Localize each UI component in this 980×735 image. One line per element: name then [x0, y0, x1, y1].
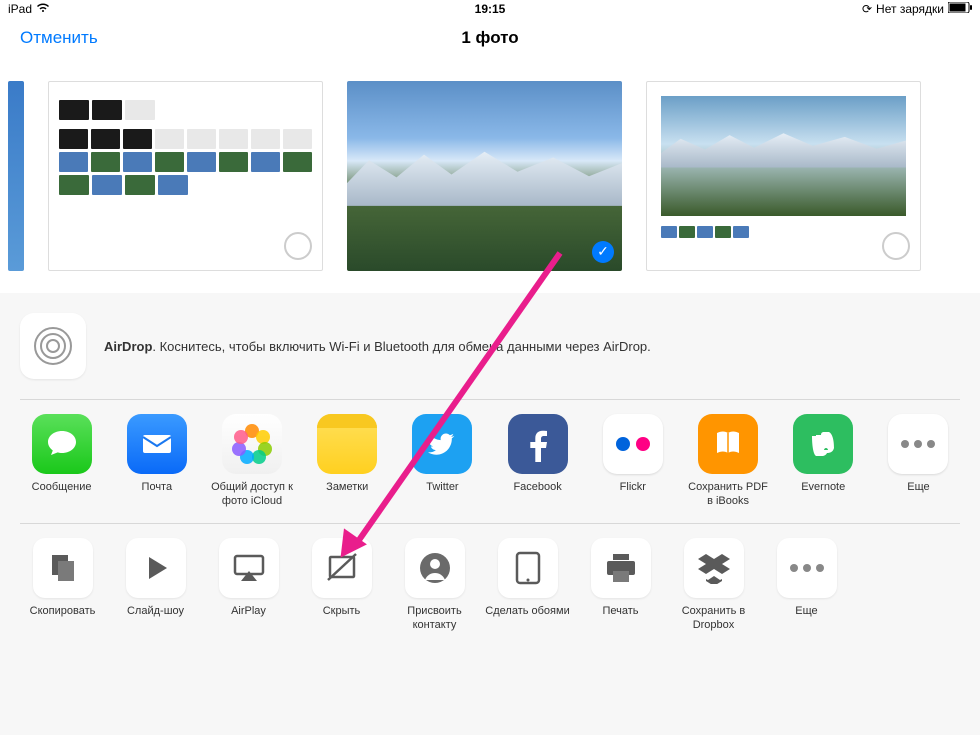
nav-bar: Отменить 1 фото	[0, 18, 980, 58]
battery-icon	[948, 2, 972, 16]
select-circle[interactable]	[284, 232, 312, 260]
photos-icon	[222, 414, 282, 474]
wallpaper-icon	[498, 538, 558, 598]
status-bar: iPad 19:15 ⟳ Нет зарядки	[0, 0, 980, 18]
airdrop-text: AirDrop. Коснитесь, чтобы включить Wi-Fi…	[104, 339, 651, 354]
more-icon	[888, 414, 948, 474]
airplay-icon	[219, 538, 279, 598]
action-assign-contact[interactable]: Присвоить контакту	[392, 538, 477, 633]
messages-icon	[32, 414, 92, 474]
action-hide[interactable]: Скрыть	[299, 538, 384, 633]
share-app-flickr[interactable]: Flickr	[591, 414, 674, 509]
copy-icon	[33, 538, 93, 598]
share-app-twitter[interactable]: Twitter	[401, 414, 484, 509]
evernote-icon	[793, 414, 853, 474]
dropbox-icon	[684, 538, 744, 598]
ibooks-icon	[698, 414, 758, 474]
battery-label: Нет зарядки	[876, 2, 944, 16]
share-app-more[interactable]: Еще	[877, 414, 960, 509]
twitter-icon	[412, 414, 472, 474]
photo-strip[interactable]: ✓	[0, 58, 980, 293]
play-icon	[126, 538, 186, 598]
wifi-icon	[36, 2, 50, 16]
photo-thumb[interactable]	[646, 81, 921, 271]
hide-icon	[312, 538, 372, 598]
photo-thumb[interactable]	[48, 81, 323, 271]
selected-check-icon: ✓	[592, 241, 614, 263]
action-slideshow[interactable]: Слайд-шоу	[113, 538, 198, 633]
sync-icon: ⟳	[862, 2, 872, 16]
share-app-evernote[interactable]: Evernote	[782, 414, 865, 509]
share-app-facebook[interactable]: Facebook	[496, 414, 579, 509]
share-apps-row: Сообщение Почта Общий доступ к фото iClo…	[0, 400, 980, 523]
action-copy[interactable]: Скопировать	[20, 538, 105, 633]
print-icon	[591, 538, 651, 598]
notes-icon	[317, 414, 377, 474]
select-circle[interactable]	[882, 232, 910, 260]
action-print[interactable]: Печать	[578, 538, 663, 633]
action-airplay[interactable]: AirPlay	[206, 538, 291, 633]
share-app-icloud-photo[interactable]: Общий доступ к фото iCloud	[210, 414, 293, 509]
share-app-ibooks[interactable]: Сохранить PDF в iBooks	[686, 414, 769, 509]
actions-row: Скопировать Слайд-шоу AirPlay Скрыть При…	[0, 524, 980, 647]
more-icon	[777, 538, 837, 598]
device-label: iPad	[8, 2, 32, 16]
flickr-icon	[603, 414, 663, 474]
share-app-notes[interactable]: Заметки	[306, 414, 389, 509]
share-app-messages[interactable]: Сообщение	[20, 414, 103, 509]
contact-icon	[405, 538, 465, 598]
action-save-dropbox[interactable]: Сохранить в Dropbox	[671, 538, 756, 633]
photo-thumb-selected[interactable]: ✓	[347, 81, 622, 271]
facebook-icon	[508, 414, 568, 474]
clock: 19:15	[475, 2, 506, 16]
cancel-button[interactable]: Отменить	[20, 28, 98, 48]
airdrop-icon	[20, 313, 86, 379]
photo-thumb[interactable]	[8, 81, 24, 271]
action-more[interactable]: Еще	[764, 538, 849, 633]
share-app-mail[interactable]: Почта	[115, 414, 198, 509]
page-title: 1 фото	[461, 28, 518, 48]
mail-icon	[127, 414, 187, 474]
action-wallpaper[interactable]: Сделать обоями	[485, 538, 570, 633]
airdrop-section[interactable]: AirDrop. Коснитесь, чтобы включить Wi-Fi…	[0, 293, 980, 399]
